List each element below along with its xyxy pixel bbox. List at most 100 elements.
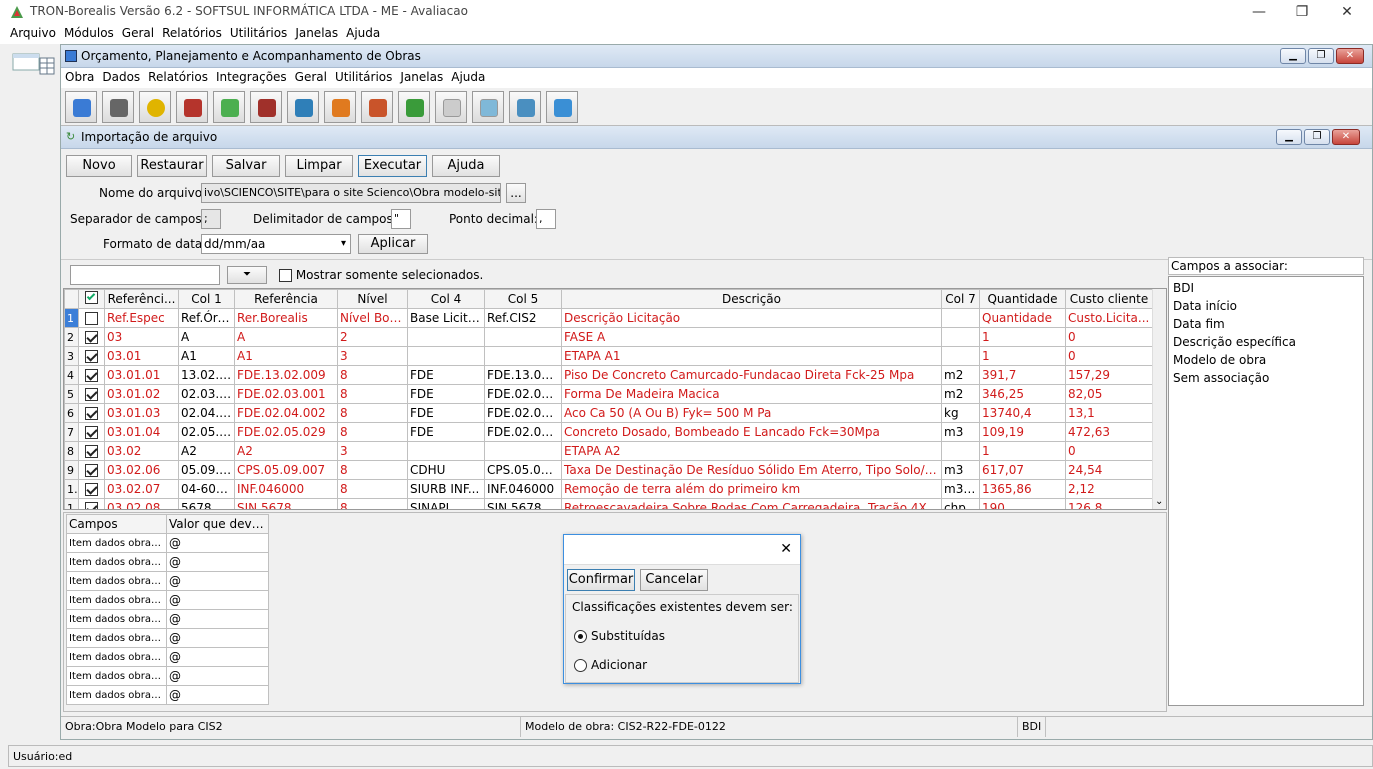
header-col7[interactable]: Col 7 [941,289,980,309]
grid-cell[interactable]: Ref.Órg... [178,308,235,328]
campo-value-cell[interactable]: @ [166,571,269,591]
toolbar-usuario-icon[interactable] [398,91,430,123]
grid-cell[interactable]: 8 [337,384,408,404]
campo-value-cell[interactable]: @ [166,609,269,629]
obra-menu-relatorios[interactable]: Relatórios [144,68,212,86]
table-row[interactable]: 9 03.02.06 05.09.0... CPS.05.09.007 8 CDHU CPS… [64,460,1153,480]
campos-row[interactable]: Item dados obra.Q... @ [66,552,269,572]
campos-associar-item[interactable]: Data fim [1169,315,1363,333]
grid-cell[interactable] [941,441,980,461]
confirmar-button[interactable]: Confirmar [567,569,635,591]
mostrar-selecionados-box[interactable] [279,269,292,282]
obra-menu-integracoes[interactable]: Integrações [212,68,291,86]
grid-cell[interactable]: 03.01 [104,346,179,366]
grid-cell[interactable]: FDE.02.05.... [484,422,562,442]
table-row[interactable]: 1 Ref.Espec Ref.Órg... Rer.Borealis Nível Bo… [64,308,1153,328]
grid-cell[interactable]: SINAPI [407,498,485,509]
grid-cell[interactable]: CPS.05.09.007 [234,460,338,480]
header-descricao[interactable]: Descrição [561,289,942,309]
grid-cell[interactable]: 13,1 [1065,403,1153,423]
grid-cell[interactable]: 0 [1065,441,1153,461]
campos-row[interactable]: Item dados obra.D... @ [66,590,269,610]
grid-cell[interactable]: 109,19 [979,422,1066,442]
menu-ajuda[interactable]: Ajuda [342,24,384,42]
campos-associar-item[interactable]: Data início [1169,297,1363,315]
campo-value-cell[interactable]: @ [166,685,269,705]
option-adicionar[interactable]: Adicionar [574,658,647,672]
toolbar-tijolo-mais-icon[interactable] [361,91,393,123]
grid-cell[interactable] [484,327,562,347]
browse-button[interactable]: ... [506,183,526,203]
toolbar-caixa-icon[interactable] [509,91,541,123]
separador-field[interactable]: ; [201,209,221,229]
header-nivel[interactable]: Nível [337,289,408,309]
campo-value-cell[interactable]: @ [166,666,269,686]
campo-value-cell[interactable]: @ [166,647,269,667]
search-input[interactable] [70,265,220,285]
toolbar-tijolos-icon[interactable] [176,91,208,123]
select-all-header[interactable] [78,289,105,309]
row-checkbox[interactable] [85,407,98,420]
window-list-icon[interactable] [12,50,56,76]
campo-value-cell[interactable]: @ [166,552,269,572]
grid-cell[interactable]: CPS.05.09.... [484,460,562,480]
grid-cell[interactable]: SIN.5678 [484,498,562,509]
grid-cell[interactable]: Aco Ca 50 (A Ou B) Fyk= 500 M Pa [561,403,942,423]
row-checkbox[interactable] [85,502,98,509]
menu-utilitarios[interactable]: Utilitários [226,24,291,42]
header-valor[interactable]: Valor que dever... [166,514,269,534]
toolbar-obra-icon[interactable] [65,91,97,123]
grid-cell[interactable]: FDE.02.03.... [484,384,562,404]
limpar-button[interactable]: Limpar [285,155,353,177]
grid-cell[interactable]: Base Licita... [407,308,485,328]
menu-arquivo[interactable]: Arquivo [6,24,60,42]
campos-row[interactable]: Item dados obra.BDI @ [66,571,269,591]
obra-menu-utilitarios[interactable]: Utilitários [331,68,396,86]
campos-row[interactable]: Item dados obra.M... @ [66,666,269,686]
menu-janelas[interactable]: Janelas [291,24,342,42]
obra-menu-ajuda[interactable]: Ajuda [447,68,489,86]
obra-menu-dados[interactable]: Dados [98,68,144,86]
grid-cell[interactable]: kg [941,403,980,423]
campos-associar-item[interactable]: Descrição específica [1169,333,1363,351]
grid-cell[interactable]: Ref.Espec [104,308,179,328]
campo-name-cell[interactable]: Item dados obra.D... [66,590,167,610]
grid-cell[interactable]: 190 [979,498,1066,509]
header-quantidade[interactable]: Quantidade [979,289,1066,309]
menu-geral[interactable]: Geral [118,24,158,42]
grid-cell[interactable]: 3 [337,346,408,366]
row-checkbox[interactable] [85,464,98,477]
grid-cell[interactable]: m3 [941,422,980,442]
grid-cell[interactable]: SIN.5678 [234,498,338,509]
grid-cell[interactable]: A1 [178,346,235,366]
obra-menu-geral[interactable]: Geral [291,68,331,86]
row-checkbox[interactable] [85,445,98,458]
grid-cell[interactable]: 02.04.0... [178,403,235,423]
campo-value-cell[interactable]: @ [166,590,269,610]
grid-cell[interactable]: 02.03.0... [178,384,235,404]
grid-cell[interactable]: 391,7 [979,365,1066,385]
campo-name-cell[interactable]: Item dados obra.C... [66,685,167,705]
row-checkbox[interactable] [85,331,98,344]
table-row[interactable]: 5 03.01.02 02.03.0... FDE.02.03.001 8 FDE FDE.… [64,384,1153,404]
grid-cell[interactable]: FDE [407,403,485,423]
ponto-decimal-field[interactable]: , [536,209,556,229]
ajuda-button[interactable]: Ajuda [432,155,500,177]
grid-cell[interactable]: 02.05.0... [178,422,235,442]
header-col4[interactable]: Col 4 [407,289,485,309]
grid-cell[interactable]: 8 [337,403,408,423]
campos-row[interactable]: Item dados obra.D... @ [66,609,269,629]
grid-cell[interactable]: Rer.Borealis [234,308,338,328]
table-row[interactable]: 7 03.01.04 02.05.0... FDE.02.05.029 8 FDE FDE.… [64,422,1153,442]
scroll-down-icon[interactable]: ⌄ [1155,496,1163,507]
grid-cell[interactable]: 82,05 [1065,384,1153,404]
campos-row[interactable]: Item dados obra.D... @ [66,533,269,553]
obra-minimize-icon[interactable]: ▁ [1280,48,1306,64]
grid-cell[interactable] [484,346,562,366]
grid-cell[interactable]: 13.02.0... [178,365,235,385]
restaurar-button[interactable]: Restaurar [137,155,207,177]
grid-cell[interactable]: Custo.Licita... [1065,308,1153,328]
table-row[interactable]: 3 03.01 A1 A1 3 ETAPA A1 1 0 [64,346,1153,366]
dialog-close-icon[interactable]: ✕ [780,541,792,557]
grid-cell[interactable]: Taxa De Destinação De Resíduo Sólido Em … [561,460,942,480]
